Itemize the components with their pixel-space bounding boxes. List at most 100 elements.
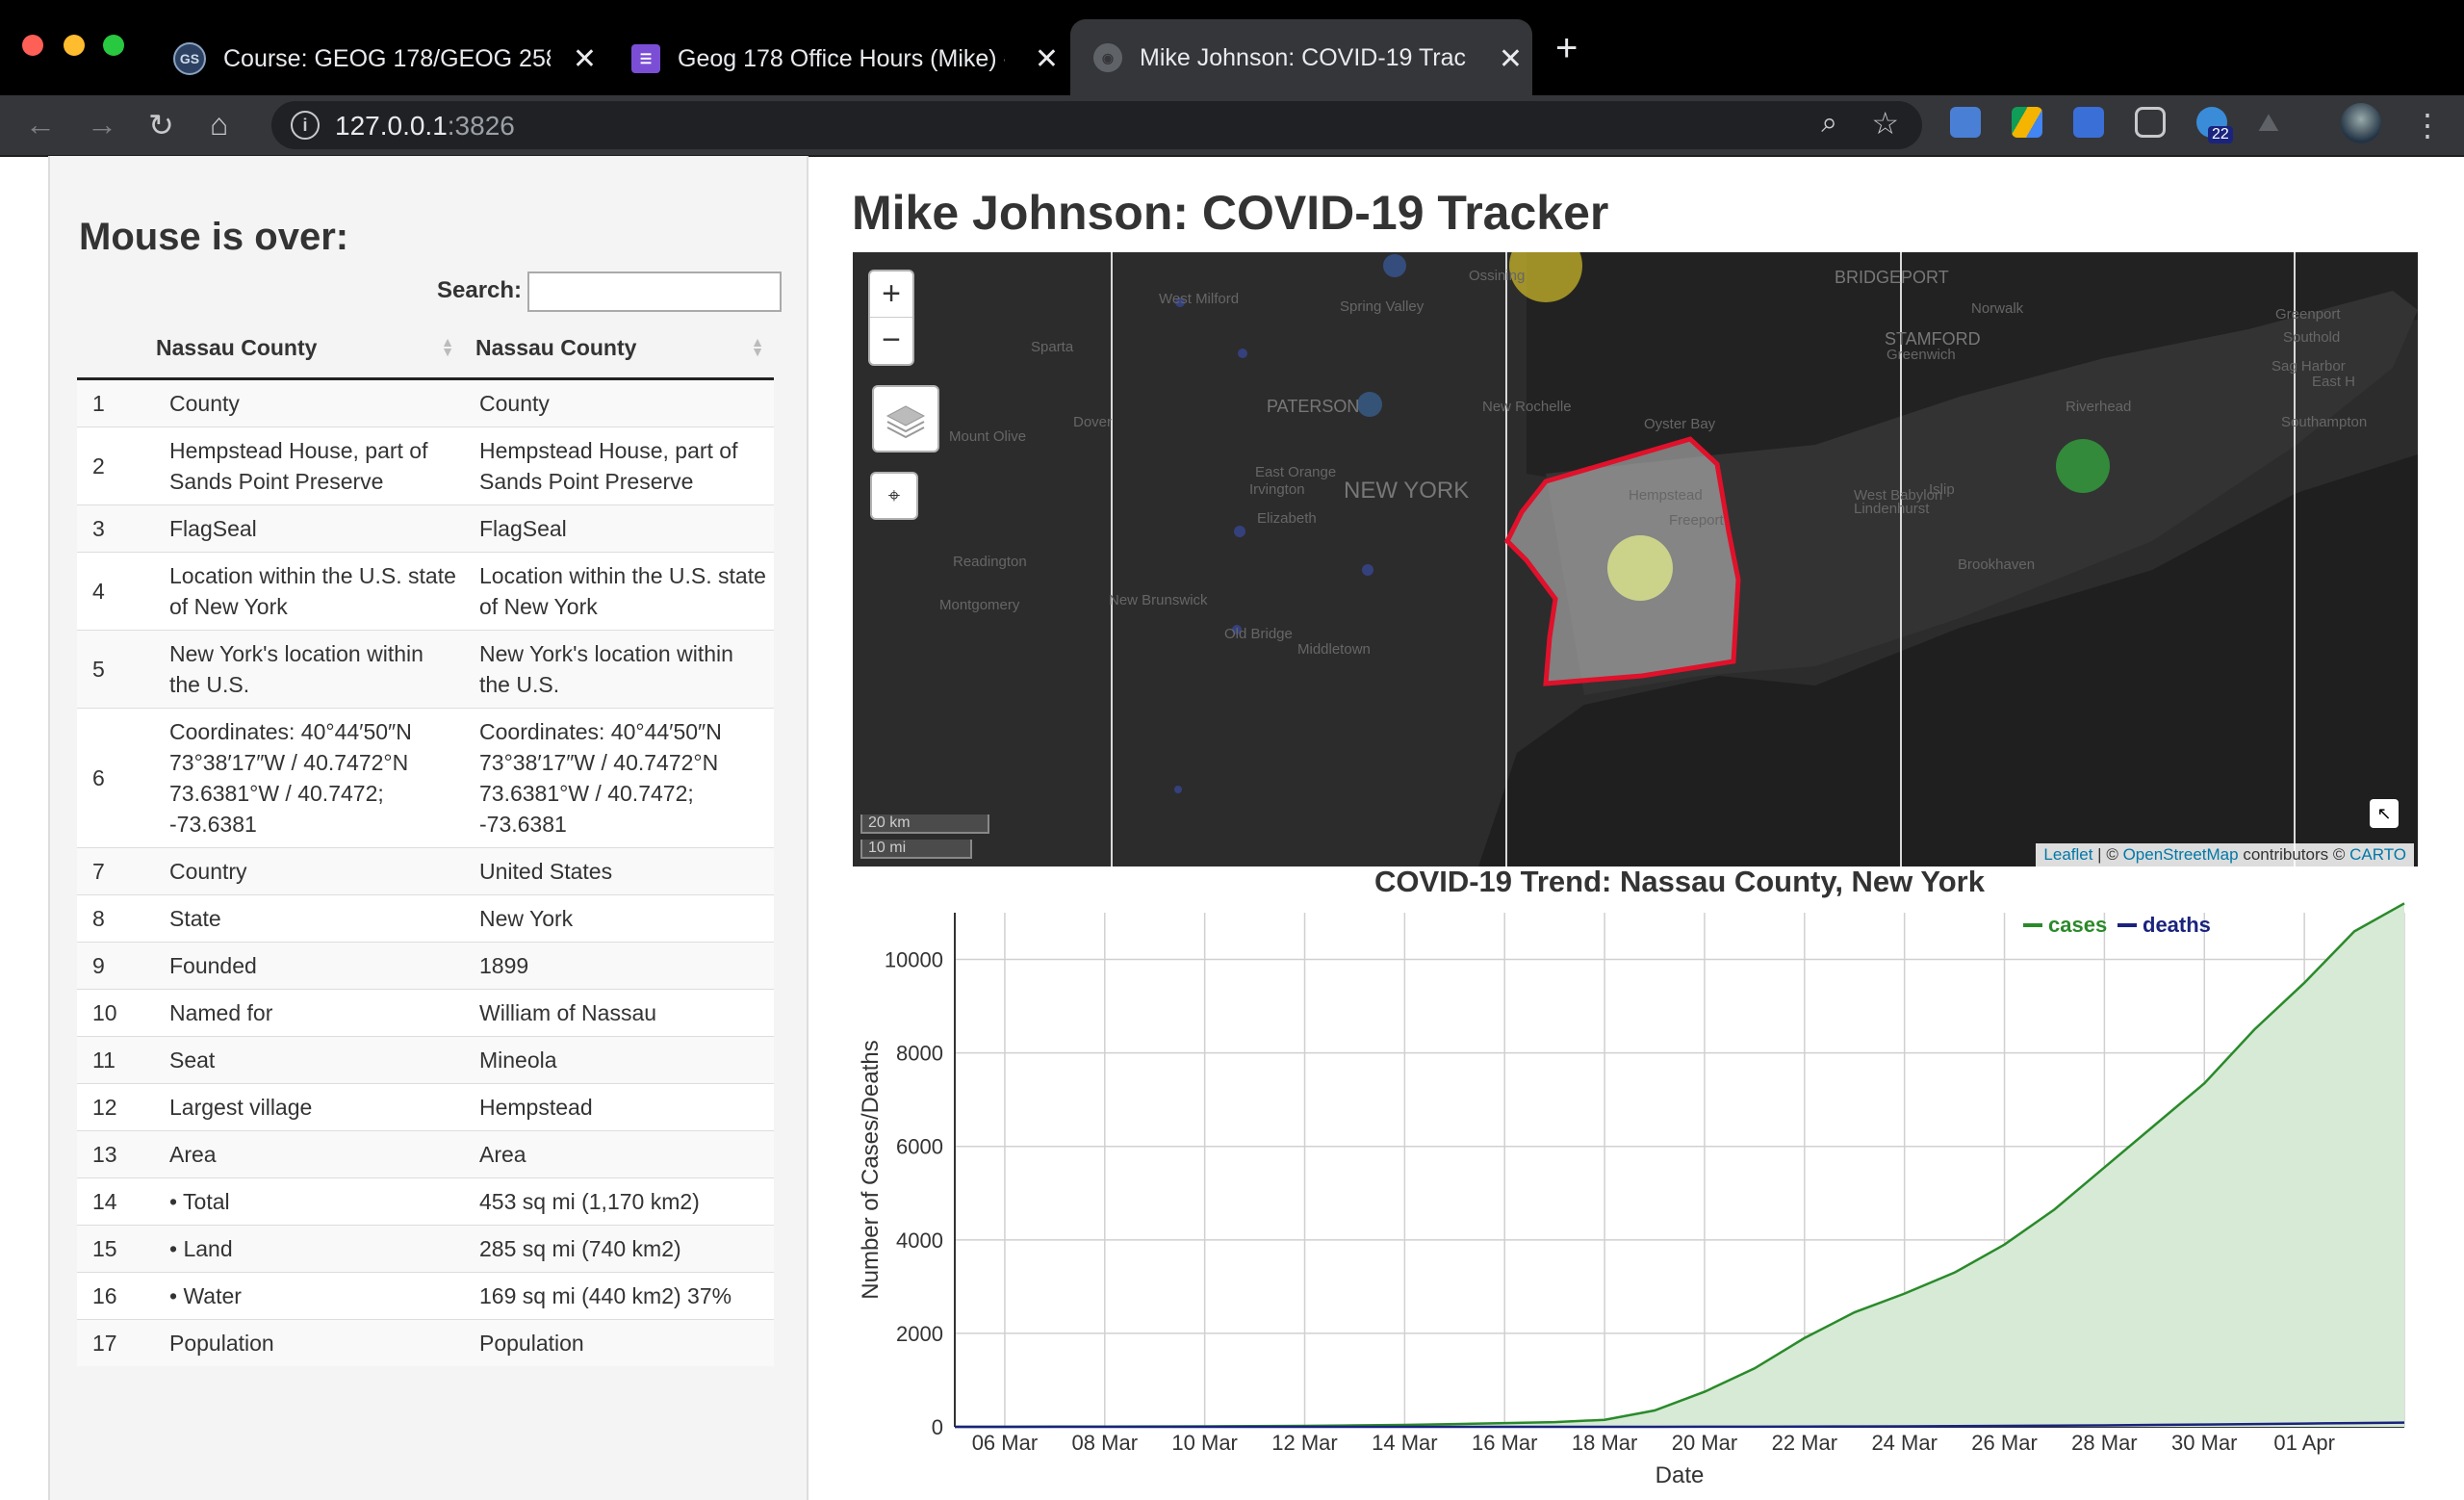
download-extension-icon[interactable] [1950, 107, 1981, 138]
x-axis-label: Date [1656, 1462, 1705, 1488]
map[interactable]: Ossining BRIDGEPORT West Milford Spring Val… [853, 252, 2418, 866]
close-window-button[interactable] [22, 35, 43, 56]
layers-button[interactable] [872, 385, 939, 453]
county-circle [1174, 786, 1182, 793]
sort-icon[interactable]: ▲ ▼ [751, 335, 764, 358]
map-place-label: Lindenhurst [1854, 501, 1930, 517]
reload-icon[interactable]: ↻ [148, 107, 174, 143]
y-tick-label: 8000 [896, 1042, 943, 1066]
row-value: County [464, 378, 774, 427]
pocket-extension-icon[interactable] [2135, 107, 2166, 138]
row-index: 7 [77, 847, 150, 895]
map-place-label: Irvington [1249, 481, 1305, 498]
close-tab-icon[interactable]: ✕ [1499, 42, 1523, 76]
row-attribute: Location within the U.S. state of New Yo… [150, 552, 464, 631]
map-place-label: Brookhaven [1958, 556, 2036, 573]
menu-icon[interactable]: ⋮ [2412, 107, 2443, 143]
map-place-label: Dover [1073, 414, 1113, 430]
y-tick-label: 4000 [896, 1228, 943, 1253]
browser-tab-active[interactable]: ◉ Mike Johnson: COVID-19 Tracker ✕ [1070, 19, 1532, 96]
locate-button[interactable]: ⌖ [870, 472, 918, 520]
sort-icon[interactable]: ▲ ▼ [441, 335, 454, 358]
maximize-window-button[interactable] [103, 35, 124, 56]
browser-tab[interactable]: GS Course: GEOG 178/GEOG 258 - I ✕ [164, 19, 606, 98]
row-attribute: Seat [150, 1036, 464, 1084]
home-icon[interactable]: ⌂ [210, 107, 228, 142]
y-tick-label: 2000 [896, 1322, 943, 1346]
y-tick-label: 6000 [896, 1135, 943, 1159]
x-tick-label: 18 Mar [1572, 1431, 1637, 1455]
mountain-extension-icon[interactable]: ⛰ [2258, 107, 2289, 138]
forward-icon[interactable]: → [87, 107, 117, 142]
row-index: 15 [77, 1225, 150, 1273]
drive-extension-icon[interactable] [2012, 107, 2042, 138]
row-index: 10 [77, 989, 150, 1037]
chart-title: COVID-19 Trend: Nassau County, New York [1374, 868, 1986, 898]
row-value: 453 sq mi (1,170 km2) [464, 1177, 774, 1226]
table-row: 10 Named for William of Nassau [77, 989, 774, 1037]
column-header[interactable]: Nassau County ▲ ▼ [464, 318, 774, 380]
row-value: Mineola [464, 1036, 774, 1084]
carto-link[interactable]: CARTO [2349, 845, 2406, 864]
row-value: 1899 [464, 942, 774, 990]
map-place-label: Islip [1929, 481, 1955, 498]
table-row: 14 • Total 453 sq mi (1,170 km2) [77, 1177, 774, 1226]
zoom-in-button[interactable]: + [870, 272, 912, 318]
table-row: 2 Hempstead House, part of Sands Point Pr… [77, 427, 774, 505]
map-place-label: Old Bridge [1224, 626, 1293, 642]
table-row: 5 New York's location within the U.S. New … [77, 630, 774, 709]
map-place-label: PATERSON [1267, 397, 1360, 416]
index-column-header [77, 318, 150, 380]
row-attribute: • Water [150, 1272, 464, 1320]
row-attribute: Population [150, 1319, 464, 1366]
map-place-label: Greenwich [1886, 347, 1956, 363]
bookmark-star-icon[interactable]: ☆ [1871, 105, 1899, 142]
attribute-table: Nassau County ▲ ▼ Nassau County ▲ ▼ 1 County C… [77, 318, 774, 1366]
row-index: 17 [77, 1319, 150, 1366]
map-place-label: Riverhead [2066, 399, 2132, 415]
row-attribute: Area [150, 1130, 464, 1178]
row-value: New York's location within the U.S. [464, 630, 774, 709]
row-index: 9 [77, 942, 150, 990]
close-tab-icon[interactable]: ✕ [1035, 42, 1059, 76]
leaflet-link[interactable]: Leaflet [2043, 845, 2092, 864]
row-attribute: • Land [150, 1225, 464, 1273]
page-title: Mike Johnson: COVID-19 Tracker [852, 186, 1609, 240]
row-value: FlagSeal [464, 504, 774, 553]
map-place-label: Oyster Bay [1644, 416, 1716, 432]
map-place-label: Mount Olive [949, 428, 1027, 445]
address-bar[interactable]: i 127.0.0.1:3826 ⌕ ☆ [271, 101, 1922, 149]
close-tab-icon[interactable]: ✕ [573, 42, 597, 76]
map-place-label: BRIDGEPORT [1835, 268, 1949, 287]
minimize-window-button[interactable] [64, 35, 85, 56]
x-tick-label: 28 Mar [2071, 1431, 2137, 1455]
row-index: 1 [77, 378, 150, 427]
county-circle [1238, 349, 1247, 358]
info-icon[interactable]: i [291, 111, 320, 140]
avatar[interactable] [2341, 103, 2381, 143]
search-input[interactable] [527, 272, 782, 312]
browser-tab[interactable]: ☰ Geog 178 Office Hours (Mike) - C ✕ [626, 19, 1068, 98]
map-place-label: West Milford [1159, 291, 1240, 307]
zoom-icon[interactable]: ⌕ [1821, 107, 1837, 140]
row-index: 8 [77, 894, 150, 943]
feature-info-panel: Mouse is over: Search: Nassau County ▲ ▼ N… [48, 156, 808, 1500]
scale-km: 20 km [860, 815, 989, 834]
zoom-out-button[interactable]: − [870, 318, 912, 363]
osm-link[interactable]: OpenStreetMap [2123, 845, 2239, 864]
row-index: 6 [77, 708, 150, 848]
row-index: 12 [77, 1083, 150, 1131]
row-index: 13 [77, 1130, 150, 1178]
window-extension-icon[interactable] [2073, 107, 2104, 138]
new-tab-button[interactable]: + [1555, 27, 1578, 70]
county-circle [1383, 254, 1406, 277]
row-value: United States [464, 847, 774, 895]
map-place-label: Readington [953, 554, 1027, 570]
county-circle [2056, 439, 2110, 493]
back-icon[interactable]: ← [25, 107, 56, 142]
fullscreen-icon[interactable]: ↖ [2370, 799, 2399, 828]
row-attribute: FlagSeal [150, 504, 464, 553]
column-header[interactable]: Nassau County ▲ ▼ [150, 318, 464, 380]
series-area-cases [955, 903, 2404, 1427]
row-attribute: Coordinates: 40°44′50″N 73°38′17″W / 40.… [150, 708, 464, 848]
